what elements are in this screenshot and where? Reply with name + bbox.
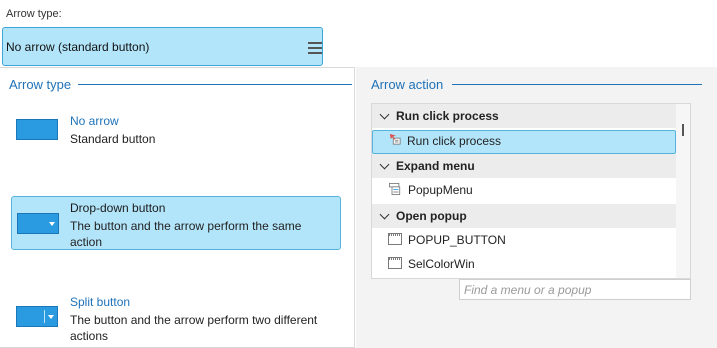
click-process-icon bbox=[389, 133, 401, 145]
scrollbar-thumb[interactable] bbox=[682, 124, 684, 136]
arrow-type-combo[interactable]: No arrow (standard button) bbox=[2, 27, 323, 66]
list-scrollbar[interactable] bbox=[676, 104, 690, 278]
list-item-popupmenu[interactable]: PopupMenu bbox=[372, 178, 676, 202]
option-dropdown-description: The button and the arrow perform the sam… bbox=[70, 219, 302, 249]
list-item-label: SelColorWin bbox=[408, 257, 475, 271]
group-header-open-popup[interactable]: Open popup bbox=[372, 204, 676, 228]
option-dropdown-button[interactable]: Drop-down button The button and the arro… bbox=[11, 196, 341, 250]
arrow-type-section-title: Arrow type bbox=[9, 77, 72, 92]
list-item-label: PopupMenu bbox=[408, 183, 473, 197]
popup-menu-icon bbox=[389, 183, 401, 195]
option-split-description: The button and the arrow perform two dif… bbox=[70, 313, 318, 343]
option-split-button[interactable]: Split button The button and the arrow pe… bbox=[11, 290, 341, 346]
group-header-run-click-process[interactable]: Run click process bbox=[372, 104, 676, 128]
option-no-arrow[interactable]: No arrow Standard button bbox=[11, 110, 341, 156]
arrow-type-combo-value: No arrow (standard button) bbox=[6, 40, 150, 54]
arrow-action-section-title: Arrow action bbox=[371, 77, 444, 92]
option-dropdown-label: Drop-down button bbox=[70, 201, 166, 215]
hamburger-menu-icon[interactable] bbox=[308, 42, 322, 54]
search-menu-popup-input[interactable]: Find a menu or a popup bbox=[459, 279, 691, 300]
option-no-arrow-label: No arrow bbox=[70, 114, 119, 128]
list-item-popup-button[interactable]: POPUP_BUTTON bbox=[372, 228, 676, 252]
list-item-label: POPUP_BUTTON bbox=[408, 233, 506, 247]
arrow-type-label: Arrow type: bbox=[6, 8, 62, 20]
group-header-expand-menu[interactable]: Expand menu bbox=[372, 154, 676, 178]
group-header-label: Open popup bbox=[396, 209, 467, 223]
window-icon bbox=[388, 233, 402, 245]
list-item-selcolorwin[interactable]: SelColorWin bbox=[372, 252, 676, 276]
chevron-down-icon[interactable] bbox=[379, 159, 390, 170]
option-split-label: Split button bbox=[70, 295, 131, 309]
section-divider bbox=[78, 84, 352, 85]
split-button-icon bbox=[16, 306, 58, 327]
list-item-label: Run click process bbox=[407, 134, 502, 148]
arrow-action-list[interactable]: Run click process Run click process Expa… bbox=[371, 103, 691, 279]
chevron-down-icon[interactable] bbox=[379, 209, 390, 220]
dropdown-button-icon bbox=[17, 213, 59, 234]
option-no-arrow-description: Standard button bbox=[70, 132, 156, 146]
group-header-label: Expand menu bbox=[396, 159, 475, 173]
standard-button-icon bbox=[16, 119, 58, 140]
list-item-run-click-process[interactable]: Run click process bbox=[372, 130, 676, 154]
section-divider bbox=[452, 84, 702, 85]
chevron-down-icon[interactable] bbox=[379, 109, 390, 120]
window-icon bbox=[388, 257, 402, 269]
group-header-label: Run click process bbox=[396, 109, 499, 123]
